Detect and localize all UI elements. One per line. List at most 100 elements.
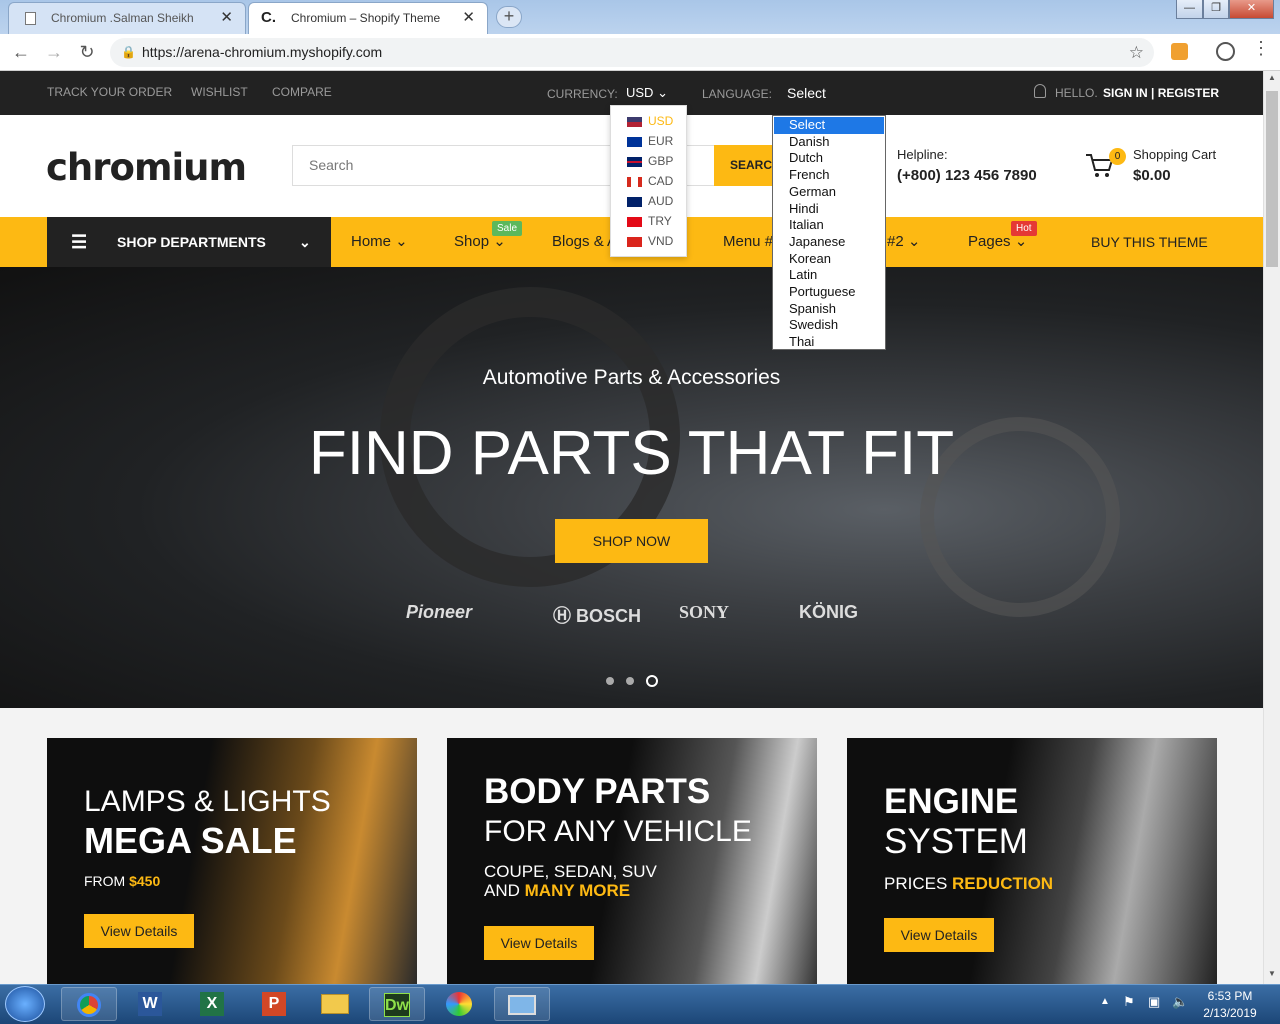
language-dropdown: Select Danish Dutch French German Hindi … xyxy=(772,115,886,350)
view-details-button[interactable]: View Details xyxy=(884,918,994,952)
slide-dot-3-active[interactable] xyxy=(646,675,658,687)
network-icon[interactable]: ▣ xyxy=(1148,994,1160,1010)
currency-option-vnd[interactable]: VND xyxy=(627,231,687,251)
browser-tab-2[interactable]: C. Chromium – Shopify Theme ✕ xyxy=(248,2,488,35)
nav-item-home[interactable]: Home ⌄ xyxy=(351,217,408,267)
language-option[interactable]: Thai xyxy=(774,334,884,351)
browser-tab-1[interactable]: Chromium .Salman Sheikh ✕ xyxy=(8,2,246,34)
currency-option-aud[interactable]: AUD xyxy=(627,191,687,211)
konig-logo: KÖNIG xyxy=(799,602,859,622)
clock-date[interactable]: 2/13/2019 xyxy=(1198,1006,1262,1020)
language-select[interactable]: Select xyxy=(787,71,826,115)
excel-taskbar-icon[interactable]: X xyxy=(184,987,240,1021)
chrome-taskbar-icon[interactable] xyxy=(61,987,117,1021)
volume-icon[interactable]: 🔈 xyxy=(1172,994,1188,1010)
scroll-thumb[interactable] xyxy=(1266,91,1278,267)
banner-title: ENGINE xyxy=(884,782,1019,821)
banner-body-parts[interactable]: BODY PARTS FOR ANY VEHICLE COUPE, SEDAN,… xyxy=(447,738,817,984)
clock-time[interactable]: 6:53 PM xyxy=(1198,989,1262,1003)
hot-badge: Hot xyxy=(1011,221,1037,236)
scroll-up-icon[interactable]: ▲ xyxy=(1266,73,1278,83)
language-option[interactable]: Swedish xyxy=(774,317,884,334)
dreamweaver-taskbar-icon[interactable]: Dw xyxy=(369,987,425,1021)
start-button[interactable] xyxy=(5,986,45,1022)
language-option[interactable]: Latin xyxy=(774,267,884,284)
photo-viewer-taskbar-icon[interactable] xyxy=(494,987,550,1021)
language-option[interactable]: Hindi xyxy=(774,201,884,218)
hamburger-icon: ☰ xyxy=(71,232,88,252)
currency-option-gbp[interactable]: GBP xyxy=(627,151,687,171)
user-icon xyxy=(1034,84,1046,98)
scroll-down-icon[interactable]: ▼ xyxy=(1266,969,1278,979)
logo[interactable]: chromium xyxy=(46,146,247,189)
hero-subtitle: Automotive Parts & Accessories xyxy=(482,366,781,389)
nav-item-blogs[interactable]: Blogs & A xyxy=(552,217,617,267)
buy-theme-link[interactable]: BUY THIS THEME xyxy=(1091,217,1208,267)
language-option[interactable]: French xyxy=(774,167,884,184)
language-option[interactable]: Spanish xyxy=(774,301,884,318)
language-option[interactable]: Italian xyxy=(774,217,884,234)
star-icon[interactable]: ☆ xyxy=(1129,38,1144,67)
paint-taskbar-icon[interactable] xyxy=(431,987,487,1021)
powerpoint-taskbar-icon[interactable]: P xyxy=(246,987,302,1021)
extension-icon[interactable] xyxy=(1171,43,1188,60)
signin-link[interactable]: SIGN IN | REGISTER xyxy=(1103,71,1219,115)
shop-now-button[interactable]: SHOP NOW xyxy=(555,519,708,563)
close-icon[interactable]: ✕ xyxy=(220,3,233,33)
language-option[interactable]: Korean xyxy=(774,251,884,268)
shop-departments-button[interactable]: ☰ SHOP DEPARTMENTS ⌄ xyxy=(47,217,331,267)
tab-label: Chromium .Salman Sheikh xyxy=(51,11,194,25)
uk-flag-icon xyxy=(627,156,642,167)
chevron-down-icon: ⌄ xyxy=(657,85,668,100)
us-flag-icon xyxy=(627,116,642,127)
language-option[interactable]: Dutch xyxy=(774,150,884,167)
minimize-button[interactable]: — xyxy=(1176,0,1203,19)
menu-dots-icon[interactable]: ⋮ xyxy=(1252,38,1270,59)
url-field[interactable]: 🔒 https://arena-chromium.myshopify.com ☆ xyxy=(110,38,1154,67)
compare-link[interactable]: COMPARE xyxy=(272,71,332,113)
close-icon[interactable]: ✕ xyxy=(462,3,475,33)
slide-dot-2[interactable] xyxy=(626,677,634,685)
explorer-taskbar-icon[interactable] xyxy=(307,987,363,1021)
language-option[interactable]: Select xyxy=(774,117,884,134)
hello-text: HELLO. xyxy=(1055,86,1098,100)
nav-item-menu2[interactable]: #2 ⌄ xyxy=(887,217,920,267)
language-option[interactable]: German xyxy=(774,184,884,201)
banner-lamps[interactable]: LAMPS & LIGHTS MEGA SALE FROM $450 View … xyxy=(47,738,417,984)
slide-dot-1[interactable] xyxy=(606,677,614,685)
view-details-button[interactable]: View Details xyxy=(84,914,194,948)
banner-engine[interactable]: ENGINE SYSTEM PRICES REDUCTION View Deta… xyxy=(847,738,1217,984)
show-hidden-icons[interactable]: ▲ xyxy=(1100,996,1110,1007)
chevron-down-icon: ⌄ xyxy=(299,234,311,250)
window-close-button[interactable]: ✕ xyxy=(1229,0,1274,19)
lock-icon: 🔒 xyxy=(121,45,136,59)
language-option[interactable]: Danish xyxy=(774,134,884,151)
profile-icon[interactable] xyxy=(1216,42,1235,61)
cart-count-badge: 0 xyxy=(1109,148,1126,165)
wishlist-link[interactable]: WISHLIST xyxy=(191,71,248,113)
language-option[interactable]: Japanese xyxy=(774,234,884,251)
banner-title: BODY PARTS xyxy=(484,772,711,811)
currency-option-try[interactable]: TRY xyxy=(627,211,687,231)
flag-icon[interactable]: ⚑ xyxy=(1123,994,1135,1010)
url-text: https://arena-chromium.myshopify.com xyxy=(142,44,383,60)
page-icon xyxy=(25,12,36,25)
currency-option-usd[interactable]: USD xyxy=(627,111,687,131)
track-order-link[interactable]: TRACK YOUR ORDER xyxy=(47,71,172,113)
currency-option-cad[interactable]: CAD xyxy=(627,171,687,191)
view-details-button[interactable]: View Details xyxy=(484,926,594,960)
word-taskbar-icon[interactable]: W xyxy=(122,987,178,1021)
cart-label[interactable]: Shopping Cart xyxy=(1133,147,1216,162)
maximize-button[interactable]: ❐ xyxy=(1203,0,1229,19)
currency-option-eur[interactable]: EUR xyxy=(627,131,687,151)
reload-icon[interactable]: ↻ xyxy=(75,40,99,64)
language-label: LANGUAGE: xyxy=(702,87,773,101)
forward-arrow-icon[interactable]: → xyxy=(42,40,66,64)
banner-title: LAMPS & LIGHTS xyxy=(84,785,331,818)
scrollbar[interactable]: ▲ ▼ xyxy=(1263,71,1280,984)
back-arrow-icon[interactable]: ← xyxy=(9,40,33,64)
pioneer-logo: Pioneer xyxy=(406,602,473,622)
new-tab-button[interactable]: + xyxy=(496,6,522,28)
language-option[interactable]: Portuguese xyxy=(774,284,884,301)
nav-item-menu[interactable]: Menu # xyxy=(723,217,773,267)
